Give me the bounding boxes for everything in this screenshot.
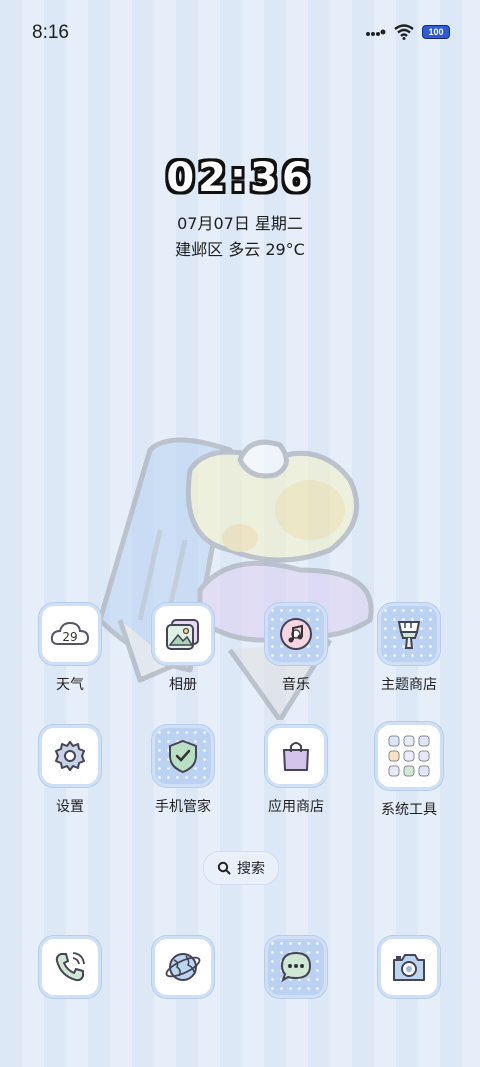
clock-widget-time[interactable]: 02:36 <box>0 155 480 201</box>
status-time: 8:16 <box>32 22 69 43</box>
settings-icon <box>39 725 101 787</box>
app-theme-store[interactable]: 主题商店 <box>359 603 459 694</box>
signal-icon <box>366 29 386 36</box>
battery-indicator: 100 <box>422 25 450 39</box>
app-label: 音乐 <box>282 677 310 693</box>
app-app-store[interactable]: 应用商店 <box>246 725 346 816</box>
status-icons: 100 <box>366 24 450 40</box>
app-label: 设置 <box>56 799 84 815</box>
search-icon <box>217 861 231 875</box>
app-settings[interactable]: 设置 <box>20 725 120 816</box>
status-bar: 8:16 100 <box>0 0 480 66</box>
app-label: 天气 <box>56 677 84 693</box>
dock-camera[interactable] <box>359 936 459 998</box>
app-label: 主题商店 <box>381 677 437 693</box>
app-label: 手机管家 <box>155 799 211 815</box>
security-icon <box>152 725 214 787</box>
search-button[interactable]: 搜索 <box>203 851 279 885</box>
wifi-icon <box>394 24 414 40</box>
browser-icon <box>152 936 214 998</box>
app-phone-manager[interactable]: 手机管家 <box>133 725 233 816</box>
app-label: 系统工具 <box>381 802 437 818</box>
app-store-icon <box>265 725 327 787</box>
weather-badge: 29 <box>62 630 77 644</box>
dock-browser[interactable] <box>133 936 233 998</box>
camera-icon <box>378 936 440 998</box>
app-gallery[interactable]: 相册 <box>133 603 233 694</box>
search-label: 搜索 <box>237 861 265 877</box>
dock-messages[interactable] <box>246 936 346 998</box>
clock-widget-date: 07月07日 星期二 <box>177 214 303 233</box>
app-music[interactable]: 音乐 <box>246 603 346 694</box>
messages-icon <box>265 936 327 998</box>
system-tools-folder-icon <box>375 722 443 790</box>
app-label: 相册 <box>169 677 197 693</box>
weather-icon: 29 <box>39 603 101 665</box>
app-system-tools-folder[interactable]: 系统工具 <box>359 722 459 819</box>
phone-icon <box>39 936 101 998</box>
app-weather[interactable]: 29 天气 <box>20 603 120 694</box>
wallpaper-illustration <box>97 437 374 720</box>
gallery-icon <box>152 603 214 665</box>
music-icon <box>265 603 327 665</box>
theme-store-icon <box>378 603 440 665</box>
clock-widget-weather: 建邺区 多云 29°C <box>175 240 305 259</box>
dock-phone[interactable] <box>20 936 120 998</box>
app-label: 应用商店 <box>268 799 324 815</box>
